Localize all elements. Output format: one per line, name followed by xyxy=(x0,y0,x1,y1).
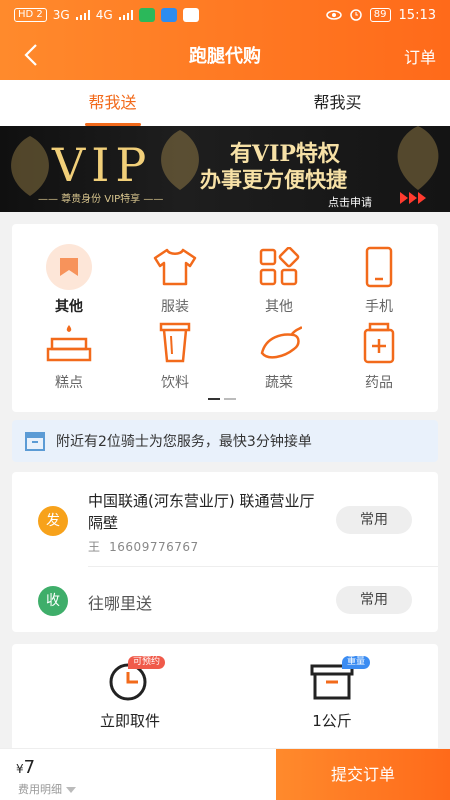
vip-subtitle: —— 尊贵身份 VIP特享 —— xyxy=(38,194,164,205)
receiver-frequent-button[interactable]: 常用 xyxy=(336,586,412,614)
shirt-icon xyxy=(152,244,198,290)
signal-icon xyxy=(75,10,90,20)
checkout-bar: ¥7 费用明细 提交订单 xyxy=(0,748,450,800)
arrows-icon xyxy=(400,192,426,204)
divider xyxy=(88,566,438,567)
cup-icon xyxy=(152,320,198,366)
nav-bar: 跑腿代购 订单 xyxy=(0,30,450,80)
box-icon xyxy=(25,432,45,451)
weight-option[interactable]: 1公斤 重量 xyxy=(262,656,402,731)
wechat-icon xyxy=(138,8,155,22)
notice-text: 附近有2位骑士为您服务，最快3分钟接单 xyxy=(56,434,312,450)
signal-icon xyxy=(118,10,133,20)
reservable-badge: 可预约 xyxy=(128,656,166,669)
total-price: ¥7 xyxy=(16,757,35,778)
category-vegetables[interactable]: 蔬菜 xyxy=(234,320,324,392)
alarm-icon xyxy=(350,9,362,21)
submit-order-button[interactable]: 提交订单 xyxy=(276,749,450,800)
rider-notice: 附近有2位骑士为您服务，最快3分钟接单 xyxy=(12,420,438,462)
app-header: HD 2 3G 4G 89 15:13 跑腿代购 订单 xyxy=(0,0,450,80)
category-label: 其他 xyxy=(265,299,293,315)
sender-phone: 16609776767 xyxy=(109,540,199,554)
category-phone[interactable]: 手机 xyxy=(334,244,424,316)
page-title: 跑腿代购 xyxy=(189,46,261,67)
category-label: 药品 xyxy=(365,375,393,391)
category-clothing[interactable]: 服装 xyxy=(130,244,220,316)
battery-indicator: 89 xyxy=(369,8,391,22)
sender-badge: 发 xyxy=(38,506,68,536)
orders-link[interactable]: 订单 xyxy=(404,44,436,68)
vip-banner[interactable]: VIP —— 尊贵身份 VIP特享 —— 有VIP特权 办事更方便快捷 点击申请 xyxy=(0,126,450,212)
chevron-left-icon xyxy=(24,44,37,66)
category-grid: 其他 服装 其他 手机 糕点 饮料 蔬菜 药品 xyxy=(12,224,438,412)
banner-apply-link[interactable]: 点击申请 xyxy=(328,194,372,210)
phone-icon xyxy=(356,244,402,290)
back-button[interactable] xyxy=(14,38,48,72)
network-3g: 3G xyxy=(52,8,70,22)
lotus-decoration xyxy=(397,126,439,190)
currency-symbol: ¥ xyxy=(16,762,24,776)
network-4g: 4G xyxy=(95,8,113,22)
chevron-down-icon xyxy=(65,787,76,793)
category-label: 手机 xyxy=(365,299,393,315)
fee-detail-label: 费用明细 xyxy=(18,783,62,796)
status-bar: HD 2 3G 4G 89 15:13 xyxy=(0,0,450,30)
receiver-address-input[interactable]: 往哪里送 xyxy=(88,590,152,614)
banner-subheadline: 办事更方便快捷 xyxy=(200,167,347,192)
category-other[interactable]: 其他 xyxy=(24,244,114,316)
sender-frequent-button[interactable]: 常用 xyxy=(336,506,412,534)
grid-icon xyxy=(256,244,302,290)
category-drinks[interactable]: 饮料 xyxy=(130,320,220,392)
bookmark-icon xyxy=(46,244,92,290)
category-other-2[interactable]: 其他 xyxy=(234,244,324,316)
eggplant-icon xyxy=(256,320,302,366)
pickup-time-option[interactable]: 立即取件 可预约 xyxy=(60,656,200,731)
price-amount: 7 xyxy=(23,757,36,778)
receiver-badge: 收 xyxy=(38,586,68,616)
fee-detail-link[interactable]: 费用明细 xyxy=(18,781,76,797)
tab-bar: 帮我送 帮我买 xyxy=(0,80,450,126)
sender-address[interactable]: 中国联通(河东营业厅) 联通营业厅隔壁 xyxy=(88,490,318,534)
category-label: 饮料 xyxy=(161,375,189,391)
medicine-icon xyxy=(356,320,402,366)
qq-icon xyxy=(160,8,177,22)
sender-contact: 王 16609776767 xyxy=(88,538,199,555)
message-icon xyxy=(182,8,199,22)
pickup-time-label: 立即取件 xyxy=(99,712,160,730)
category-medicine[interactable]: 药品 xyxy=(334,320,424,392)
order-options: 立即取件 可预约 1公斤 重量 xyxy=(12,644,438,754)
eye-icon xyxy=(326,10,342,20)
category-label: 服装 xyxy=(161,299,189,315)
weight-label: 1公斤 xyxy=(312,712,352,730)
tab-buy[interactable]: 帮我买 xyxy=(225,80,450,126)
category-label: 糕点 xyxy=(55,375,83,391)
vip-title: VIP xyxy=(52,138,153,192)
address-card: 发 中国联通(河东营业厅) 联通营业厅隔壁 王 16609776767 常用 收… xyxy=(12,472,438,632)
category-label: 其他 xyxy=(55,299,83,315)
category-pastry[interactable]: 糕点 xyxy=(24,320,114,392)
clock: 15:13 xyxy=(398,7,436,23)
cake-icon xyxy=(46,320,92,366)
weight-badge: 重量 xyxy=(342,656,371,669)
category-label: 蔬菜 xyxy=(265,375,293,391)
tab-deliver[interactable]: 帮我送 xyxy=(0,80,225,126)
sender-name: 王 xyxy=(88,540,101,554)
page-indicator xyxy=(208,398,236,400)
hd-badge: HD 2 xyxy=(14,8,47,22)
